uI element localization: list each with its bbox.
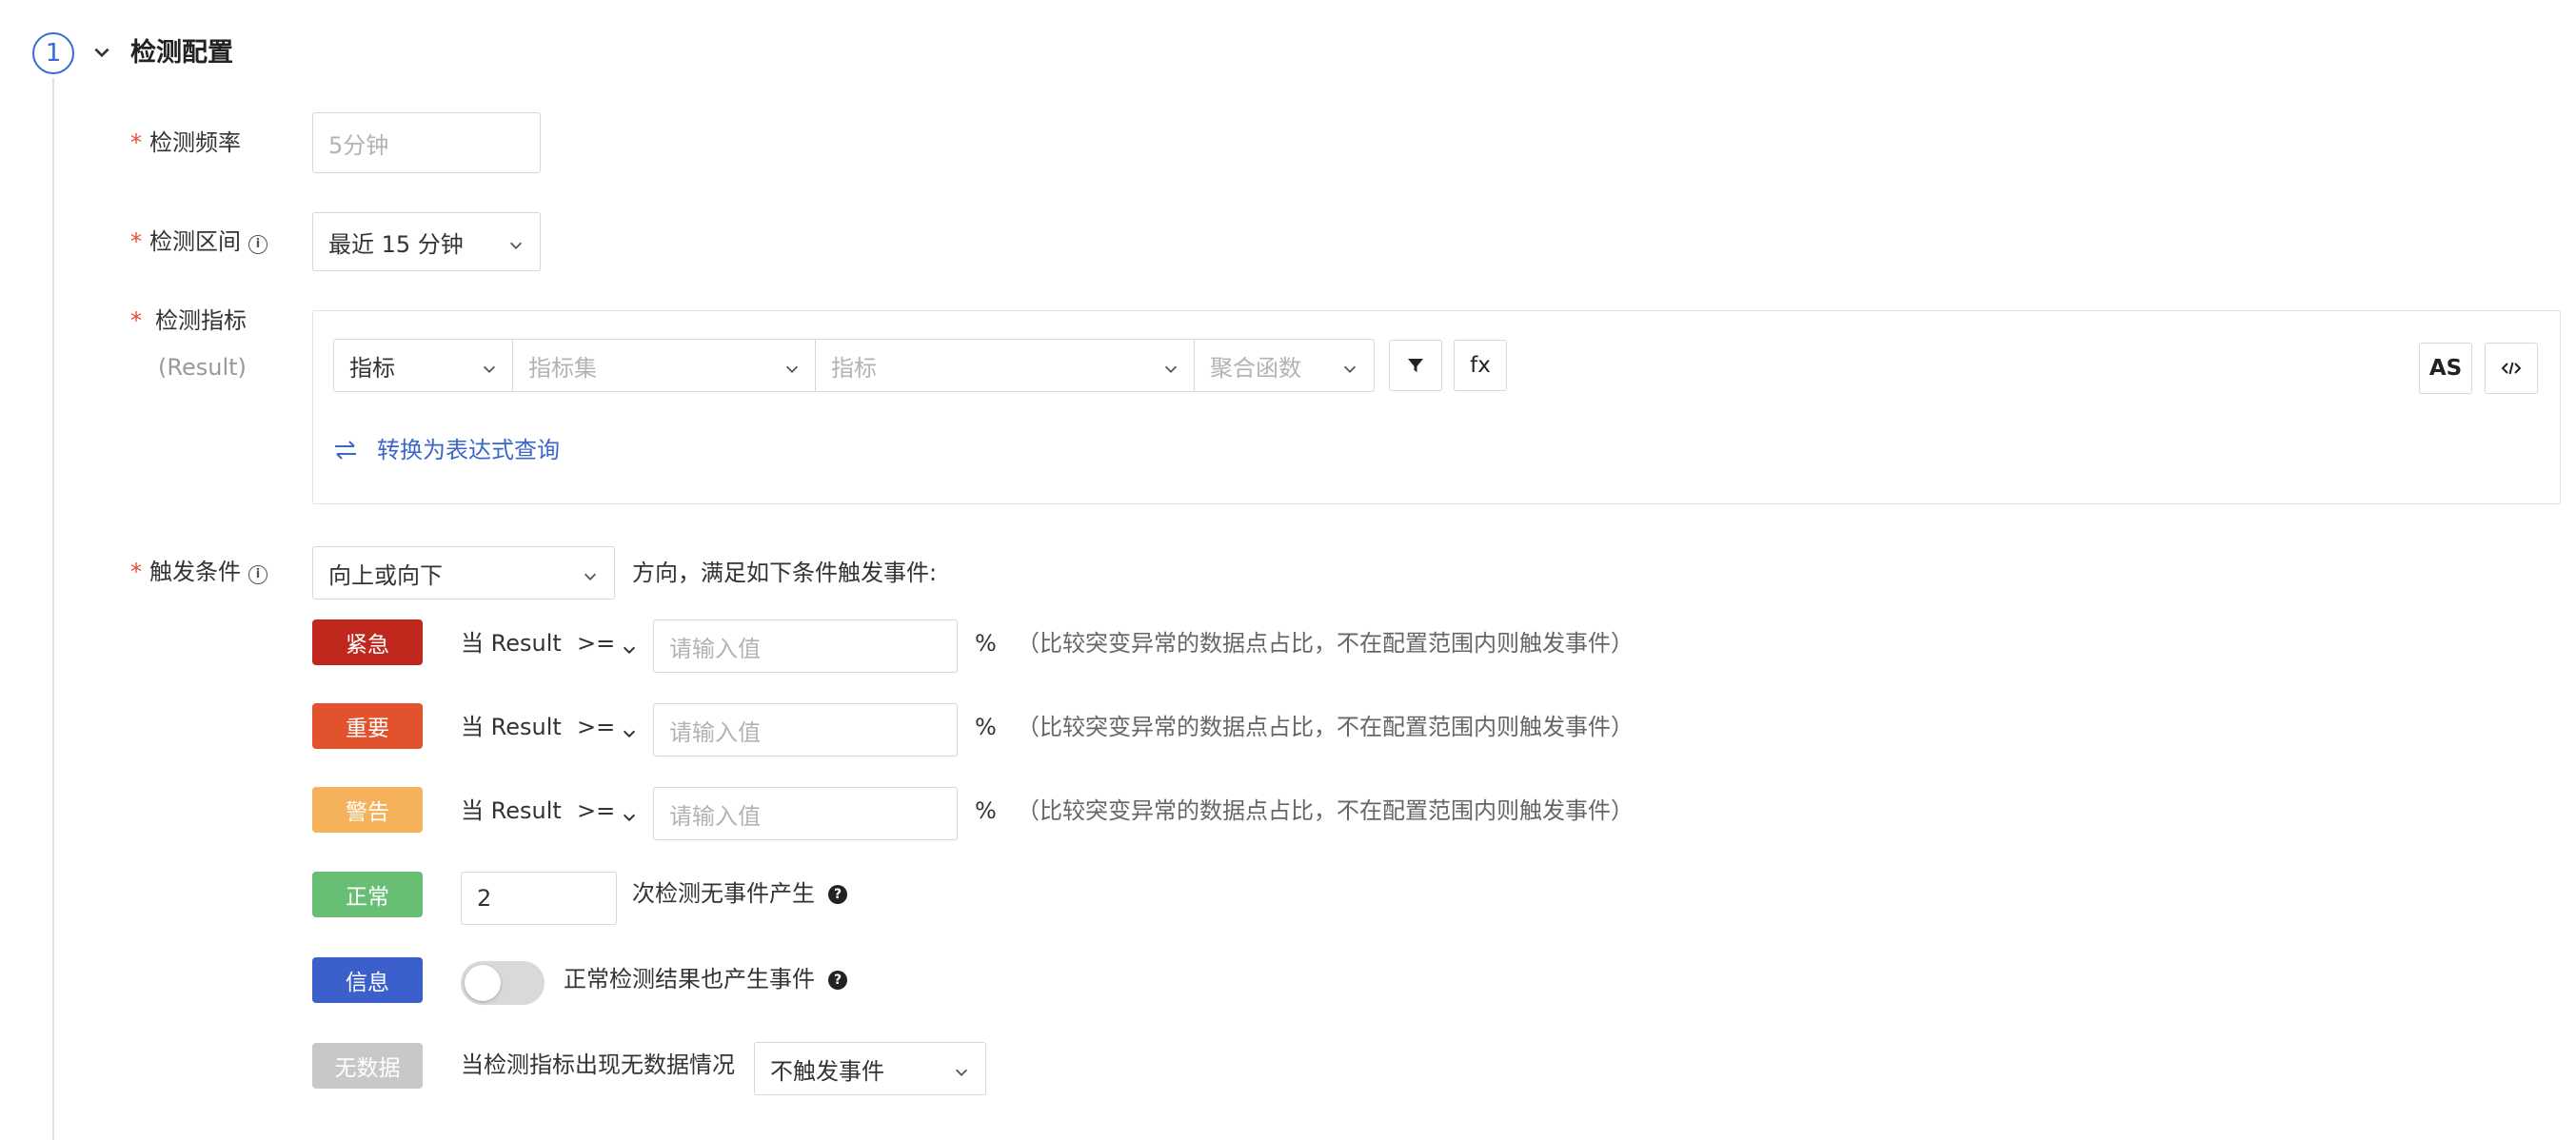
- required-marker: *: [130, 228, 142, 255]
- warning-threshold-input[interactable]: 请输入值: [653, 787, 958, 840]
- swap-icon: [335, 441, 356, 460]
- operator-value: >=: [577, 630, 616, 657]
- section-title: 检测配置: [130, 38, 233, 68]
- help-icon[interactable]: ?: [828, 971, 847, 990]
- severity-badge-warning: 警告: [312, 787, 423, 833]
- condition-hint: （比较突变异常的数据点占比，不在配置范围内则触发事件）: [1017, 630, 1634, 657]
- chevron-down-icon: [582, 564, 599, 581]
- normal-suffix: 次检测无事件产生?: [632, 877, 847, 910]
- alias-button[interactable]: AS: [2419, 343, 2472, 394]
- required-marker: *: [130, 307, 142, 334]
- operator-select[interactable]: >=: [577, 711, 638, 743]
- operator-value: >=: [577, 714, 616, 740]
- chevron-down-icon: [1162, 357, 1179, 374]
- operator-select[interactable]: >=: [577, 795, 638, 827]
- metric-set-placeholder: 指标集: [528, 354, 597, 382]
- condition-prefix: 当 Result: [461, 714, 562, 740]
- toggle-knob: [465, 965, 501, 1001]
- interval-label: * 检测区间 i: [130, 226, 268, 258]
- condition-prefix: 当 Result: [461, 797, 562, 824]
- condition-hint: （比较突变异常的数据点占比，不在配置范围内则触发事件）: [1017, 797, 1634, 824]
- major-threshold-input[interactable]: 请输入值: [653, 703, 958, 757]
- collapse-chevron-icon[interactable]: [91, 42, 112, 63]
- trigger-label: * 触发条件 i: [130, 556, 268, 588]
- filter-icon: [1408, 359, 1423, 372]
- required-marker: *: [130, 129, 142, 156]
- interval-select[interactable]: 最近 15 分钟: [312, 212, 541, 271]
- metric-label: * 检测指标: [130, 307, 247, 334]
- chevron-down-icon: [1341, 357, 1358, 374]
- operator-select[interactable]: >=: [577, 627, 638, 659]
- unit-label: %: [975, 630, 997, 657]
- chevron-down-icon: [481, 357, 498, 374]
- direction-suffix: 方向，满足如下条件触发事件:: [632, 560, 938, 586]
- unit-label: %: [975, 714, 997, 740]
- code-icon: [2501, 362, 2522, 375]
- source-type-value: 指标: [349, 354, 395, 382]
- aggregate-placeholder: 聚合函数: [1210, 354, 1301, 382]
- chevron-down-icon: [621, 802, 638, 822]
- convert-to-expression-link[interactable]: 转换为表达式查询: [333, 434, 560, 466]
- severity-badge-normal: 正常: [312, 872, 423, 917]
- normal-count-input[interactable]: 2: [461, 872, 617, 925]
- severity-badge-critical: 紧急: [312, 619, 423, 665]
- chevron-down-icon: [953, 1060, 970, 1077]
- direction-select[interactable]: 向上或向下: [312, 546, 615, 599]
- help-icon[interactable]: ?: [828, 885, 847, 904]
- info-icon[interactable]: i: [248, 235, 268, 254]
- step-number-badge: 1: [32, 32, 74, 74]
- unit-label: %: [975, 797, 997, 824]
- convert-link-text: 转换为表达式查询: [377, 437, 560, 463]
- chevron-down-icon: [621, 718, 638, 738]
- condition-hint: （比较突变异常的数据点占比，不在配置范围内则触发事件）: [1017, 714, 1634, 740]
- nodata-label: 当检测指标出现无数据情况: [461, 1052, 735, 1078]
- required-marker: *: [130, 559, 142, 585]
- metric-sub-label: (Result): [158, 354, 247, 381]
- section-timeline: [52, 78, 54, 1140]
- info-event-toggle[interactable]: [461, 961, 545, 1005]
- aggregate-select[interactable]: 聚合函数: [1194, 339, 1375, 392]
- severity-badge-major: 重要: [312, 703, 423, 749]
- severity-badge-info: 信息: [312, 957, 423, 1003]
- code-button[interactable]: [2485, 343, 2538, 394]
- function-button[interactable]: fx: [1454, 340, 1507, 391]
- nodata-action-select[interactable]: 不触发事件: [754, 1042, 986, 1095]
- info-toggle-label: 正常检测结果也产生事件?: [564, 963, 847, 995]
- critical-threshold-input[interactable]: 请输入值: [653, 619, 958, 673]
- direction-select-value: 向上或向下: [328, 561, 443, 589]
- filter-button[interactable]: [1389, 340, 1442, 391]
- source-type-select[interactable]: 指标: [333, 339, 514, 392]
- nodata-action-value: 不触发事件: [770, 1057, 884, 1085]
- info-icon[interactable]: i: [248, 565, 268, 584]
- metric-name-select[interactable]: 指标: [815, 339, 1196, 392]
- frequency-label: * 检测频率: [130, 129, 241, 156]
- metric-set-select[interactable]: 指标集: [512, 339, 817, 392]
- chevron-down-icon: [507, 233, 525, 250]
- metric-name-placeholder: 指标: [831, 354, 877, 382]
- interval-select-value: 最近 15 分钟: [328, 230, 464, 258]
- frequency-input[interactable]: 5分钟: [312, 112, 541, 173]
- condition-prefix: 当 Result: [461, 630, 562, 657]
- operator-value: >=: [577, 797, 616, 824]
- chevron-down-icon: [621, 635, 638, 655]
- severity-badge-nodata: 无数据: [312, 1043, 423, 1089]
- chevron-down-icon: [783, 357, 801, 374]
